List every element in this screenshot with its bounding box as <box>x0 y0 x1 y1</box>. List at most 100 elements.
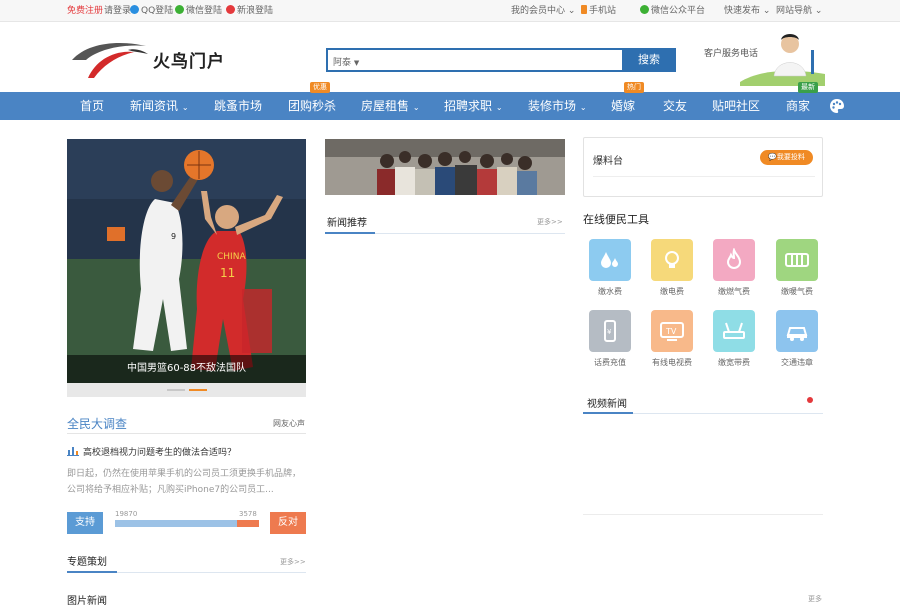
news-more-link[interactable]: 更多>> <box>537 217 563 227</box>
slider-dot-active[interactable] <box>189 389 207 391</box>
news-title: 新闻推荐 <box>327 218 367 229</box>
wechat-official-link[interactable]: 微信公众平台 <box>640 5 705 17</box>
search-button[interactable]: 搜索 <box>622 48 676 72</box>
svg-text:¥: ¥ <box>607 328 612 336</box>
slider-dot[interactable] <box>167 389 185 391</box>
vote-ratio-bar <box>115 520 259 527</box>
submit-tip-label: 我要投料 <box>776 153 805 161</box>
nav-label: 婚嫁 <box>611 99 636 113</box>
divider <box>593 176 815 177</box>
news-banner-image[interactable] <box>325 139 565 195</box>
search-scope-select[interactable]: 阿泰 ▼ <box>326 48 368 72</box>
top-bar: 免费注册 请登录 QQ登陆 微信登陆 新浪登陆 我的会员中心 ⌄ 手机站 微信公… <box>0 0 900 22</box>
search-input[interactable] <box>367 48 623 72</box>
survey-question-text: 高校退档视力问题考生的做法合适吗？ <box>83 448 237 458</box>
svg-text:9: 9 <box>171 232 176 241</box>
nav-item-jobs[interactable]: 招聘求职 ⌄ <box>444 92 503 120</box>
nav-item-home[interactable]: 首页 <box>80 92 104 120</box>
photo-news-more-link[interactable]: 更多 <box>808 594 822 604</box>
tool-broadband[interactable]: 缴宽带费 <box>713 310 755 368</box>
flame-icon <box>713 239 755 281</box>
svg-text:CHINA: CHINA <box>217 252 246 262</box>
hero-caption[interactable]: 中国男篮60-88不敌法国队 <box>67 355 306 383</box>
nav-item-dating[interactable]: 交友 <box>663 92 687 120</box>
weibo-icon <box>226 5 235 14</box>
chevron-down-icon: ⌄ <box>412 103 420 112</box>
quick-post-link[interactable]: 快速发布 ⌄ <box>724 5 770 17</box>
hero-slider[interactable]: CHINA 11 9 中国男篮60-88不敌法国队 <box>67 139 306 383</box>
nav-label: 交友 <box>663 99 688 113</box>
main-nav: 首页 新闻资讯 ⌄ 跳蚤市场 优惠 团购秒杀 房屋租售 ⌄ 招聘求职 ⌄ 装修市场… <box>0 82 900 120</box>
video-news-title: 视频新闻 <box>587 399 627 410</box>
login-link[interactable]: 请登录 <box>104 5 131 17</box>
nav-label: 装修市场 <box>528 99 577 113</box>
weibo-login-label: 新浪登陆 <box>237 6 274 16</box>
register-link[interactable]: 免费注册 <box>67 5 103 17</box>
water-drop-icon <box>589 239 631 281</box>
special-title: 专题策划 <box>67 557 107 568</box>
survey-more-link[interactable]: 网友心声 <box>273 418 305 429</box>
support-ratio-fill <box>115 520 238 527</box>
tool-water[interactable]: 缴水费 <box>589 239 631 297</box>
support-count: 19870 <box>115 510 138 518</box>
divider <box>67 433 306 434</box>
children-photo <box>325 139 565 195</box>
tool-label: 缴宽带费 <box>718 358 750 367</box>
tool-gas[interactable]: 缴燃气费 <box>713 239 755 297</box>
survey-title: 全民大调查 <box>67 417 128 431</box>
radiator-icon <box>776 239 818 281</box>
tipbox-title: 爆料台 <box>593 156 623 167</box>
mobile-phone-icon <box>581 5 587 14</box>
qq-icon <box>130 5 139 14</box>
tools-title: 在线便民工具 <box>583 213 649 226</box>
special-more-link[interactable]: 更多>> <box>280 557 306 567</box>
member-center-link[interactable]: 我的会员中心 ⌄ <box>511 5 575 17</box>
header: 火鸟门户 阿泰 ▼ 搜索 客户服务电话 <box>0 22 900 92</box>
mobile-site-link[interactable]: 手机站 <box>581 5 616 17</box>
tool-heating[interactable]: 缴暖气费 <box>776 239 818 297</box>
tool-label: 缴燃气费 <box>718 287 750 296</box>
video-news-underline <box>583 412 823 414</box>
survey-question[interactable]: 高校退档视力问题考生的做法合适吗？ <box>67 445 236 458</box>
tool-label: 缴水费 <box>598 287 622 296</box>
site-nav-label: 网站导航 <box>776 6 813 16</box>
nav-label: 房屋租售 <box>361 99 410 113</box>
badge-hot: 热门 <box>624 82 644 93</box>
nav-item-community[interactable]: 贴吧社区 <box>712 92 760 120</box>
weibo-login-link[interactable]: 新浪登陆 <box>226 5 273 17</box>
nav-item-group-buy[interactable]: 优惠 团购秒杀 <box>288 82 336 120</box>
tip-box: 爆料台 💬我要投料 <box>583 137 823 197</box>
hero-image: CHINA 11 9 <box>67 139 306 383</box>
nav-item-decoration[interactable]: 装修市场 ⌄ <box>528 92 587 120</box>
caret-down-icon: ▼ <box>353 59 360 67</box>
tool-electricity[interactable]: 缴电费 <box>651 239 693 297</box>
site-name[interactable]: 火鸟门户 <box>153 47 225 72</box>
search-scope-label: 阿泰 <box>333 58 352 68</box>
palette-icon[interactable] <box>829 92 845 120</box>
chevron-down-icon: ⌄ <box>181 103 189 112</box>
submit-tip-button[interactable]: 💬我要投料 <box>760 150 813 165</box>
nav-item-merchants[interactable]: 最新 商家 <box>786 82 818 120</box>
qq-login-link[interactable]: QQ登陆 <box>130 5 173 17</box>
nav-item-news[interactable]: 新闻资讯 ⌄ <box>130 92 189 120</box>
chat-icon: 💬 <box>768 153 777 161</box>
chevron-down-icon: ⌄ <box>495 103 503 112</box>
oppose-button[interactable]: 反对 <box>270 512 306 534</box>
wechat-icon <box>175 5 184 14</box>
wechat-login-link[interactable]: 微信登陆 <box>175 5 222 17</box>
nav-item-flea-market[interactable]: 跳蚤市场 <box>214 92 262 120</box>
router-icon <box>713 310 755 352</box>
tv-icon: TV <box>651 310 693 352</box>
special-underline <box>67 571 306 573</box>
site-nav-link[interactable]: 网站导航 ⌄ <box>776 5 822 17</box>
nav-item-housing[interactable]: 房屋租售 ⌄ <box>361 92 420 120</box>
support-button[interactable]: 支持 <box>67 512 103 534</box>
bar-chart-icon <box>67 447 79 456</box>
nav-item-wedding[interactable]: 热门婚嫁 <box>611 82 644 120</box>
logo-bird-icon[interactable] <box>68 38 152 80</box>
news-underline <box>325 232 565 234</box>
tool-label: 有线电视费 <box>652 358 692 367</box>
tool-traffic-violation[interactable]: 交通违章 <box>776 310 818 368</box>
tool-phone-topup[interactable]: ¥ 话费充值 <box>589 310 631 368</box>
tool-cable-tv[interactable]: TV 有线电视费 <box>651 310 693 368</box>
